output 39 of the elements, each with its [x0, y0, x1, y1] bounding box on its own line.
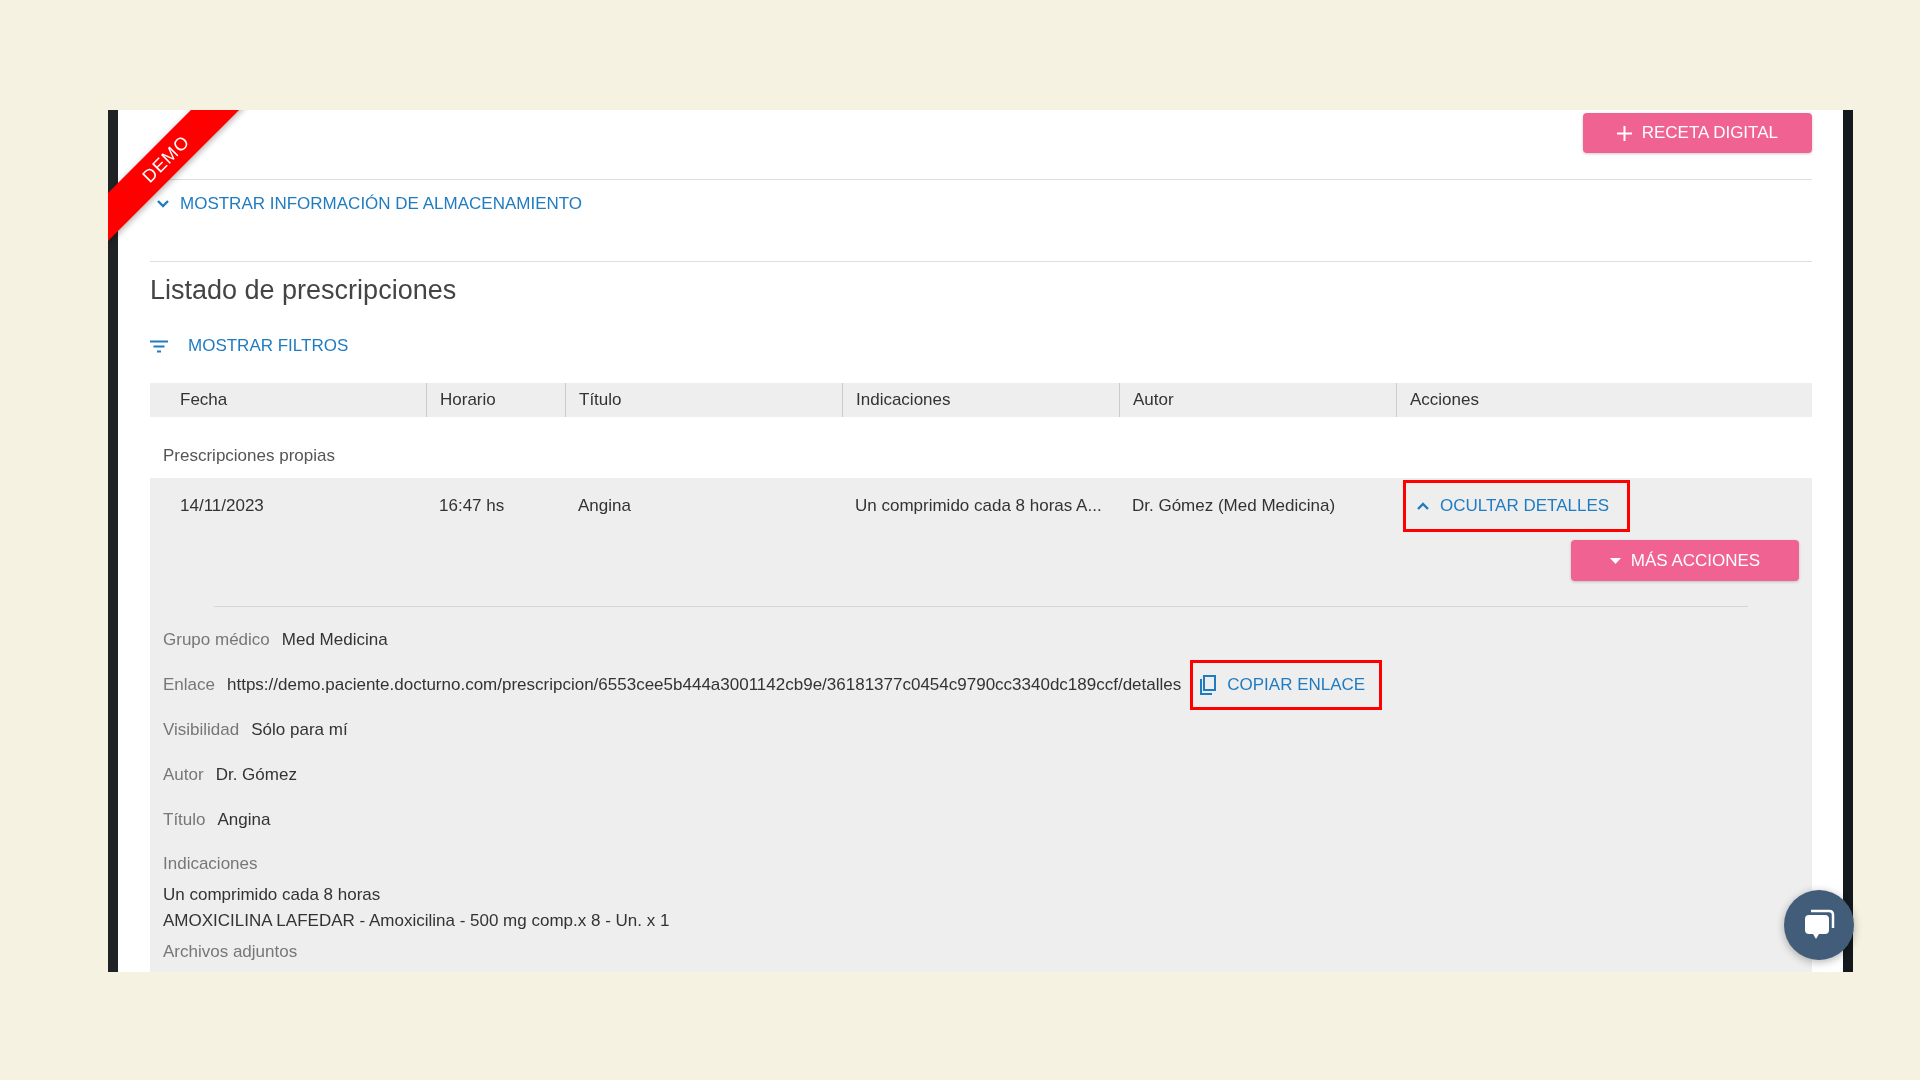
copy-icon [1199, 674, 1218, 695]
table-cell-text: 14/11/2023 [179, 496, 265, 516]
detail-label: Archivos adjuntos [163, 942, 299, 963]
column-header: Indicaciones [856, 390, 951, 410]
filters-toggle[interactable]: MOSTRAR FILTROS [150, 336, 349, 356]
detail-value: Un comprimido cada 8 horas [163, 884, 382, 906]
table-cell-text: Dr. Gómez (Med Medicina) [1131, 496, 1337, 516]
table-cell-text: Angina [577, 496, 632, 516]
storage-info-toggle[interactable]: MOSTRAR INFORMACIÓN DE ALMACENAMIENTO [150, 194, 589, 214]
detail-value: Med Medicina [281, 629, 388, 650]
column-header: Horario [440, 390, 496, 410]
detail-value: Dr. Gómez [215, 764, 297, 785]
column-header: Título [579, 390, 622, 410]
more-actions-button[interactable]: MÁS ACCIONES [1571, 540, 1799, 581]
table-cell-text: 16:47 hs [438, 496, 506, 516]
caret-icon [1609, 557, 1621, 564]
filter-icon [150, 339, 168, 353]
group-label: Prescripciones propias [163, 444, 335, 466]
copy-link-button[interactable]: COPIAR ENLACE [1193, 662, 1380, 707]
column-header: Autor [1133, 390, 1174, 410]
new-prescription-button[interactable]: RECETA DIGITAL [1582, 113, 1812, 153]
detail-label: Grupo médico [163, 629, 270, 650]
detail-label: Enlace [163, 674, 215, 695]
column-header: Acciones [1410, 390, 1479, 410]
table-cell-text: Un comprimido cada 8 horas A... [854, 496, 1103, 516]
hide-details-button[interactable]: OCULTAR DETALLES [1406, 483, 1628, 529]
detail-label: Título [163, 809, 206, 830]
page-title: Listado de prescripciones [150, 274, 458, 307]
chevron-icon [156, 199, 170, 209]
column-header: Fecha [180, 390, 228, 410]
detail-value: AMOXICILINA LAFEDAR - Amoxicilina - 500 mg comp.x 8 - Un. x 1 [163, 910, 671, 932]
detail-value: Angina [217, 809, 271, 830]
detail-label: Visibilidad [163, 719, 240, 740]
detail-value: Sólo para mí [251, 719, 348, 740]
chevron-icon [1416, 501, 1430, 511]
link-url: https://demo.paciente.docturno.com/prescripcion/6553cee5b444a3001142cb9e/36181377c0454c9790cc3340dc189ccf/detalles [227, 674, 1182, 695]
plus-icon [1616, 125, 1632, 141]
detail-label: Indicaciones [163, 854, 259, 875]
detail-label: Autor [163, 764, 204, 785]
